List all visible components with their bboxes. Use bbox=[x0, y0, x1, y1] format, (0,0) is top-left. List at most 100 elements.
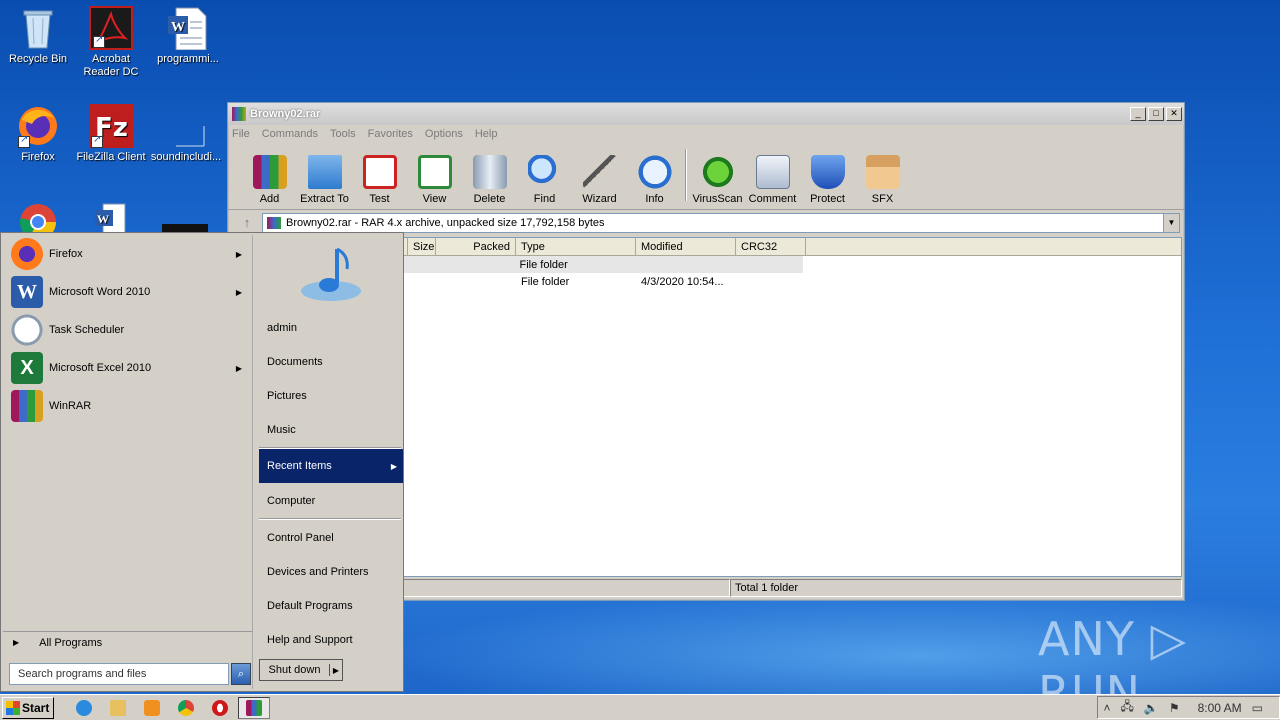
add-button[interactable]: Add bbox=[242, 155, 297, 205]
shield-icon bbox=[810, 155, 845, 189]
taskbar-chrome[interactable] bbox=[170, 697, 202, 719]
start-link-label: Music bbox=[267, 424, 296, 436]
delete-button[interactable]: Delete bbox=[462, 155, 517, 205]
column-modified[interactable]: Modified bbox=[636, 238, 736, 255]
taskbar-media-player[interactable] bbox=[136, 697, 168, 719]
action-center-flag-icon[interactable]: ⚑ bbox=[1169, 701, 1180, 715]
extract-to-button[interactable]: Extract To bbox=[297, 155, 352, 205]
filezilla-icon: Fz bbox=[89, 104, 133, 148]
chevron-right-icon: ▶ bbox=[390, 461, 397, 471]
archive-path-field[interactable]: Browny02.rar - RAR 4.x archive, unpacked… bbox=[262, 212, 1180, 233]
chrome-icon bbox=[178, 699, 194, 716]
test-label: Test bbox=[369, 193, 390, 205]
start-link-label: Control Panel bbox=[267, 532, 334, 544]
desktop-icon-label: FileZilla Client bbox=[76, 151, 146, 163]
column-packed[interactable]: Packed bbox=[436, 238, 516, 255]
start-item-firefox[interactable]: Firefox ▶ bbox=[3, 235, 252, 273]
start-link-help-support[interactable]: Help and Support bbox=[259, 623, 403, 657]
search-input[interactable]: Search programs and files bbox=[9, 663, 229, 685]
menu-options[interactable]: Options bbox=[425, 128, 463, 140]
start-item-winrar[interactable]: WinRAR bbox=[3, 387, 252, 425]
start-link-label: Documents bbox=[267, 356, 323, 368]
start-link-music[interactable]: Music bbox=[259, 413, 403, 447]
folder-icon bbox=[110, 699, 126, 716]
start-item-label: Firefox bbox=[49, 248, 83, 260]
virusscan-label: VirusScan bbox=[692, 193, 743, 205]
chevron-right-icon: ▶ bbox=[235, 249, 242, 259]
shortcut-arrow-icon bbox=[18, 134, 30, 148]
start-link-devices-printers[interactable]: Devices and Printers bbox=[259, 555, 403, 589]
menu-tools[interactable]: Tools bbox=[330, 128, 356, 140]
windows-flag-icon bbox=[6, 700, 20, 715]
start-link-control-panel[interactable]: Control Panel bbox=[259, 521, 403, 555]
menu-file[interactable]: File bbox=[232, 128, 250, 140]
word-document-icon: W bbox=[166, 6, 210, 51]
column-type[interactable]: Type bbox=[516, 238, 636, 255]
protect-button[interactable]: Protect bbox=[800, 155, 855, 205]
wizard-button[interactable]: Wizard bbox=[572, 155, 627, 205]
network-icon[interactable]: 🖧 bbox=[1121, 697, 1134, 718]
word-icon: W bbox=[11, 276, 43, 308]
search-icon[interactable]: ⌕ bbox=[231, 663, 251, 685]
chevron-right-icon: ▶ bbox=[235, 363, 242, 373]
title-bar[interactable]: Browny02.rar _ □ ✕ bbox=[228, 103, 1184, 125]
start-link-documents[interactable]: Documents bbox=[259, 345, 403, 379]
column-size[interactable]: Size bbox=[408, 238, 436, 255]
start-link-recent-items[interactable]: Recent Items ▶ bbox=[259, 449, 403, 483]
taskbar-ie[interactable] bbox=[68, 697, 100, 719]
find-button[interactable]: Find bbox=[517, 155, 572, 205]
blank-file-icon bbox=[164, 104, 208, 148]
sfx-button[interactable]: SFX bbox=[855, 155, 910, 205]
column-crc32[interactable]: CRC32 bbox=[736, 238, 806, 255]
folder-icon bbox=[307, 155, 342, 189]
start-item-label: WinRAR bbox=[49, 400, 92, 412]
start-item-task-scheduler[interactable]: Task Scheduler bbox=[3, 311, 252, 349]
user-picture-music-icon[interactable] bbox=[297, 241, 367, 307]
magnifier-icon bbox=[527, 155, 562, 189]
desktop-icon-firefox[interactable]: Firefox bbox=[0, 104, 76, 164]
start-link-computer[interactable]: Computer bbox=[259, 484, 403, 518]
show-desktop-icon[interactable]: ▭ bbox=[1252, 701, 1263, 715]
desktop-icon-filezilla[interactable]: Fz FileZilla Client bbox=[73, 104, 149, 164]
all-programs-button[interactable]: ▶ All Programs bbox=[3, 631, 253, 653]
test-button[interactable]: Test bbox=[352, 155, 407, 205]
shutdown-button[interactable]: Shut down ▶ bbox=[259, 659, 343, 681]
view-label: View bbox=[422, 193, 447, 205]
protect-label: Protect bbox=[810, 193, 845, 205]
start-item-word[interactable]: W Microsoft Word 2010 ▶ bbox=[3, 273, 252, 311]
clock[interactable]: 8:00 AM bbox=[1198, 701, 1242, 715]
info-button[interactable]: Info bbox=[627, 155, 682, 205]
desktop-icon-recycle-bin[interactable]: Recycle Bin bbox=[0, 6, 76, 66]
taskbar-explorer[interactable] bbox=[102, 697, 134, 719]
chevron-down-icon[interactable]: ▼ bbox=[1163, 213, 1179, 232]
menu-favorites[interactable]: Favorites bbox=[368, 128, 413, 140]
trash-icon bbox=[472, 155, 507, 189]
start-menu-programs-pane: Firefox ▶ W Microsoft Word 2010 ▶ Task S… bbox=[3, 235, 253, 689]
desktop-icon-acrobat[interactable]: Acrobat Reader DC bbox=[73, 6, 149, 79]
minimize-button[interactable]: _ bbox=[1130, 107, 1146, 121]
chevron-right-icon[interactable]: ▶ bbox=[330, 666, 342, 675]
row-modified: 4/3/2020 10:54... bbox=[641, 275, 724, 288]
view-button[interactable]: View bbox=[407, 155, 462, 205]
virusscan-button[interactable]: VirusScan bbox=[690, 155, 745, 205]
start-link-admin[interactable]: admin bbox=[259, 311, 403, 345]
up-arrow-icon[interactable]: ↑ bbox=[232, 215, 262, 230]
taskbar-opera[interactable] bbox=[204, 697, 236, 719]
maximize-button[interactable]: □ bbox=[1148, 107, 1164, 121]
menu-commands[interactable]: Commands bbox=[262, 128, 318, 140]
all-programs-label: All Programs bbox=[39, 636, 103, 649]
taskbar: Start ˄ 🖧 🔈 ⚑ 8:00 AM ▭ bbox=[0, 694, 1280, 720]
volume-icon[interactable]: 🔈 bbox=[1144, 701, 1159, 715]
start-item-excel[interactable]: X Microsoft Excel 2010 ▶ bbox=[3, 349, 252, 387]
show-hidden-icons-chevron-icon[interactable]: ˄ bbox=[1104, 701, 1111, 715]
start-link-pictures[interactable]: Pictures bbox=[259, 379, 403, 413]
close-button[interactable]: ✕ bbox=[1166, 107, 1182, 121]
comment-button[interactable]: Comment bbox=[745, 155, 800, 205]
clipboard-check-icon bbox=[362, 155, 397, 189]
desktop-icon-sound-file[interactable]: soundincludi... bbox=[148, 104, 224, 164]
start-link-default-programs[interactable]: Default Programs bbox=[259, 589, 403, 623]
start-button[interactable]: Start bbox=[2, 696, 54, 719]
menu-help[interactable]: Help bbox=[475, 128, 498, 140]
taskbar-winrar[interactable] bbox=[238, 696, 270, 719]
desktop-icon-word-doc[interactable]: W programmi... bbox=[150, 6, 226, 66]
